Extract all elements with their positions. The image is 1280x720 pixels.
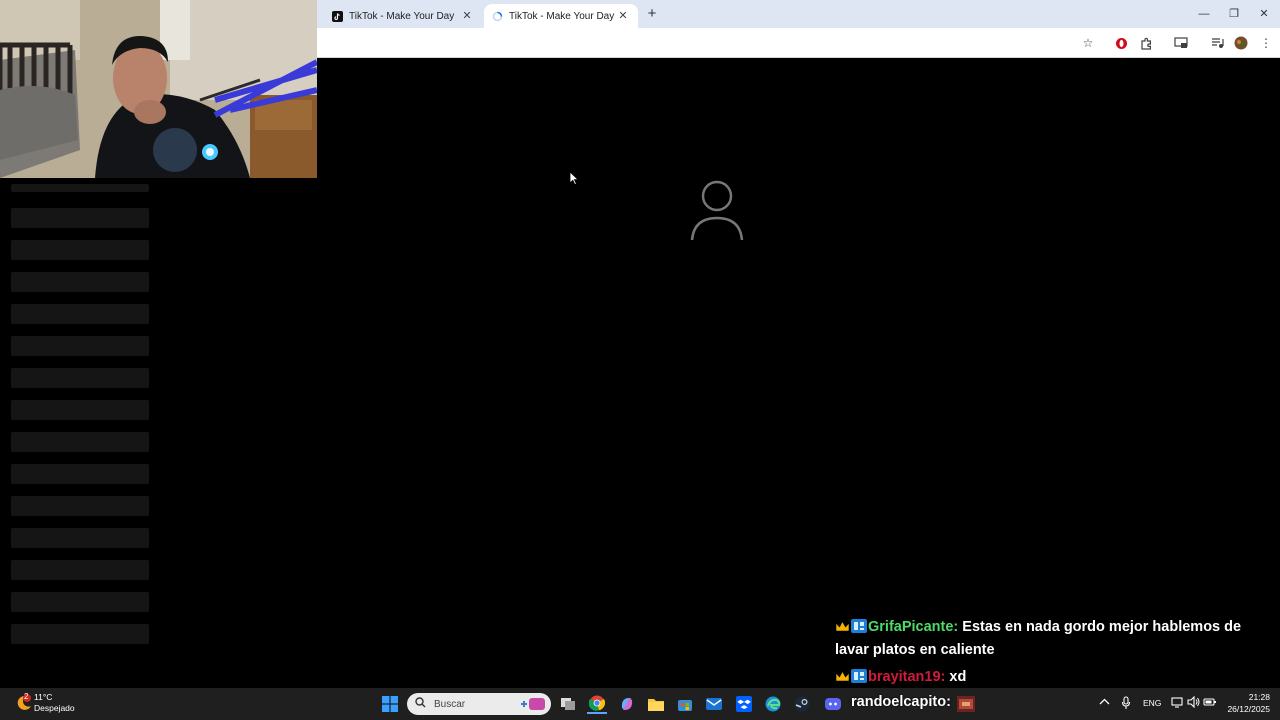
file-explorer-icon[interactable]	[646, 694, 666, 714]
skeleton-row	[11, 272, 149, 292]
clock-date: 26/12/2025	[1227, 704, 1270, 714]
taskbar-search-input[interactable]: Buscar	[407, 693, 551, 715]
search-placeholder: Buscar	[434, 698, 466, 710]
task-view-icon[interactable]	[558, 694, 578, 714]
stream-chat-overlay: GrifaPicante: Estas en nada gordo mejor …	[835, 617, 1265, 696]
copilot-icon[interactable]	[617, 694, 637, 714]
weather-widget[interactable]: 2 11°C Despejado	[14, 692, 75, 714]
chat-message: brayitan19: xd	[835, 667, 1265, 690]
cast-icon[interactable]	[1173, 35, 1189, 51]
subscriber-badge-icon	[851, 619, 867, 640]
search-highlight-icon	[519, 696, 545, 715]
skeleton-row	[11, 528, 149, 548]
crown-badge-icon	[835, 619, 850, 640]
skeleton-row	[11, 624, 149, 644]
weather-temp: 11°C	[34, 692, 53, 702]
close-tab-icon[interactable]: ✕	[616, 9, 630, 23]
skeleton-row	[11, 400, 149, 420]
profile-avatar-icon[interactable]	[1233, 35, 1249, 51]
streamer-name: randoelcapito:	[851, 694, 951, 710]
skeleton-row	[11, 240, 149, 260]
crown-badge-icon	[835, 669, 850, 690]
media-icon[interactable]	[1209, 35, 1225, 51]
search-icon	[415, 697, 426, 711]
opera-icon[interactable]	[1113, 35, 1129, 51]
chat-username: GrifaPicante:	[868, 619, 959, 635]
dropbox-icon[interactable]	[734, 694, 754, 714]
profile-placeholder-icon	[690, 180, 744, 242]
taskbar-clock[interactable]: 21:28 26/12/2025	[1224, 691, 1270, 715]
new-tab-button[interactable]: +	[644, 6, 660, 22]
skeleton-row	[11, 592, 149, 612]
minimize-button[interactable]: —	[1196, 6, 1212, 22]
skeleton-row	[11, 496, 149, 516]
chat-text: xd	[945, 669, 967, 685]
edge-icon[interactable]	[763, 694, 783, 714]
bookmark-star-icon[interactable]: ☆	[1080, 35, 1096, 51]
skeleton-row	[11, 464, 149, 484]
skeleton-row	[11, 304, 149, 324]
weather-condition: Despejado	[34, 703, 75, 713]
microsoft-store-icon[interactable]	[675, 694, 695, 714]
screen: TikTok - Make Your Day ✕ TikTok - Make Y…	[0, 0, 1280, 720]
tab-label: TikTok - Make Your Day	[349, 10, 455, 22]
volume-icon[interactable]	[1187, 695, 1200, 710]
weather-badge: 2	[24, 692, 29, 701]
mouse-cursor-icon	[569, 171, 580, 186]
skeleton-row	[11, 184, 149, 192]
menu-icon[interactable]: ⋮	[1258, 35, 1274, 51]
battery-icon[interactable]	[1203, 696, 1217, 710]
webcam-overlay	[0, 0, 317, 178]
windows-taskbar: 2 11°C Despejado Buscar randoelcapito: E…	[0, 688, 1280, 720]
moon-weather-icon: 2	[14, 692, 34, 713]
tab-tiktok-2-active[interactable]: TikTok - Make Your Day ✕	[484, 4, 638, 28]
tiktok-icon	[332, 10, 343, 22]
show-hidden-icons-chevron-icon[interactable]	[1099, 697, 1110, 709]
skeleton-row	[11, 336, 149, 356]
windows-start-icon[interactable]	[380, 694, 400, 714]
clock-time: 21:28	[1248, 692, 1270, 702]
discord-icon[interactable]	[823, 694, 843, 714]
chrome-icon[interactable]	[587, 694, 607, 714]
app-thumbnail-icon[interactable]	[956, 694, 976, 714]
network-icon[interactable]	[1171, 696, 1183, 710]
skeleton-row	[11, 368, 149, 388]
skeleton-row	[11, 432, 149, 452]
subscriber-badge-icon	[851, 669, 867, 690]
tab-label: TikTok - Make Your Day	[509, 10, 615, 22]
chat-username: brayitan19:	[868, 669, 946, 685]
browser-tab-bar: TikTok - Make Your Day ✕ TikTok - Make Y…	[316, 0, 1280, 28]
steam-icon[interactable]	[792, 694, 812, 714]
extensions-icon[interactable]	[1138, 35, 1154, 51]
browser-toolbar: ☆ ⋮	[316, 28, 1280, 58]
restore-button[interactable]: ❐	[1226, 6, 1242, 22]
mail-icon[interactable]	[704, 694, 724, 714]
microphone-icon[interactable]	[1121, 696, 1131, 712]
chat-message: GrifaPicante: Estas en nada gordo mejor …	[835, 617, 1265, 661]
close-window-button[interactable]: ✕	[1256, 6, 1272, 22]
loading-spinner-icon	[492, 11, 503, 22]
skeleton-row	[11, 208, 149, 228]
skeleton-row	[11, 560, 149, 580]
tab-tiktok-1[interactable]: TikTok - Make Your Day ✕	[324, 4, 482, 28]
language-indicator[interactable]: ENG	[1143, 698, 1161, 708]
close-tab-icon[interactable]: ✕	[460, 9, 474, 23]
